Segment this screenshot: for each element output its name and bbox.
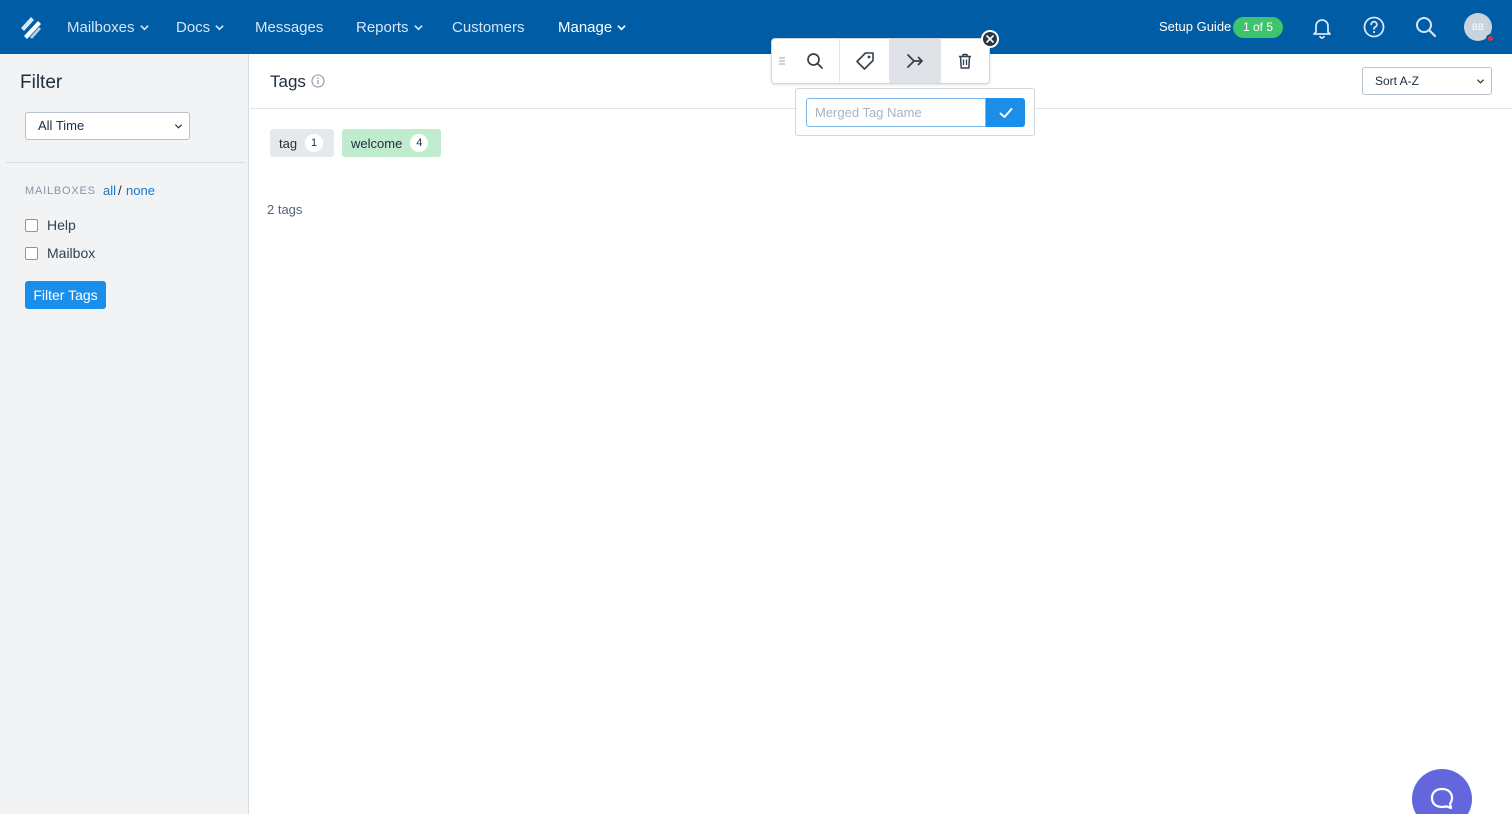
info-icon[interactable] (311, 74, 325, 88)
helpscout-logo-icon[interactable] (18, 14, 44, 40)
trash-icon (959, 53, 971, 69)
select-none-link[interactable]: none (126, 183, 155, 198)
time-range-value: All Time (38, 118, 85, 133)
select-all-link[interactable]: all (103, 183, 116, 198)
setup-guide-link[interactable]: Setup Guide (1159, 19, 1231, 34)
sort-value: Sort A-Z (1375, 74, 1420, 88)
chevron-down-icon (215, 24, 224, 30)
search-icon (807, 53, 823, 69)
bell-icon[interactable] (1310, 15, 1334, 39)
nav-manage[interactable]: Manage (558, 0, 626, 54)
chat-bubble-icon (1430, 787, 1454, 810)
time-range-select[interactable]: All Time (25, 112, 190, 140)
tag-count-badge: 4 (410, 134, 429, 152)
close-icon (986, 35, 994, 43)
nav-mailboxes[interactable]: Mailboxes (67, 0, 149, 54)
checkmark-icon (999, 107, 1012, 118)
filter-sidebar: Filter All Time MAILBOXES all / none Hel… (0, 54, 249, 814)
nav-reports-label: Reports (356, 18, 409, 36)
merge-tag-popover (795, 88, 1035, 136)
top-navigation: Mailboxes Docs Messages Reports Customer… (0, 0, 1512, 54)
help-icon[interactable] (1362, 15, 1386, 39)
mailbox-option-mailbox[interactable]: Mailbox (25, 245, 95, 261)
merge-tags-button[interactable] (890, 39, 940, 83)
chevron-down-icon (413, 24, 423, 30)
drag-handle-icon[interactable] (778, 56, 786, 66)
search-tags-button[interactable] (790, 39, 840, 83)
nav-docs-label: Docs (176, 18, 211, 36)
chevron-down-icon (174, 124, 183, 129)
tag-chip[interactable]: tag 1 (270, 129, 334, 157)
close-toolbar-button[interactable] (981, 30, 999, 48)
nav-messages[interactable]: Messages (255, 0, 323, 54)
tag-total-count: 2 tags (267, 202, 303, 217)
mailbox-option-help[interactable]: Help (25, 217, 76, 233)
nav-customers[interactable]: Customers (452, 0, 525, 54)
nav-manage-label: Manage (558, 18, 613, 36)
confirm-merge-button[interactable] (986, 98, 1025, 127)
avatar-initials: BB (1471, 22, 1484, 32)
tag-name: welcome (351, 135, 403, 151)
tag-chip[interactable]: welcome 4 (342, 129, 441, 157)
edit-tag-button[interactable] (840, 39, 890, 83)
link-separator: / (118, 183, 122, 198)
mailbox-option-label: Mailbox (47, 245, 96, 261)
page-title: Tags (270, 72, 306, 91)
mailbox-option-label: Help (47, 217, 76, 233)
tag-icon (856, 52, 874, 70)
avatar[interactable]: BB (1464, 13, 1495, 43)
sidebar-divider (6, 162, 245, 163)
nav-reports[interactable]: Reports (356, 0, 423, 54)
merge-icon (907, 54, 923, 68)
chevron-down-icon (1476, 79, 1485, 84)
tag-action-toolbar (771, 38, 990, 84)
mailbox-checkbox[interactable] (25, 218, 38, 232)
nav-mailboxes-label: Mailboxes (67, 18, 135, 36)
setup-guide-progress-badge[interactable]: 1 of 5 (1233, 17, 1284, 38)
mailbox-checkbox[interactable] (25, 246, 38, 260)
chevron-down-icon (617, 24, 626, 30)
merged-tag-name-input[interactable] (806, 98, 986, 127)
delete-tag-button[interactable] (940, 39, 990, 83)
sidebar-title: Filter (20, 72, 63, 93)
status-dot (1486, 34, 1495, 43)
sort-select[interactable]: Sort A-Z (1362, 67, 1492, 95)
nav-customers-label: Customers (452, 18, 525, 36)
nav-docs[interactable]: Docs (176, 0, 224, 54)
mailboxes-label: MAILBOXES (25, 185, 96, 197)
filter-tags-button[interactable]: Filter Tags (25, 281, 106, 309)
tag-count-badge: 1 (305, 134, 324, 152)
nav-messages-label: Messages (255, 18, 324, 36)
chevron-down-icon (139, 24, 149, 30)
search-icon[interactable] (1414, 15, 1438, 39)
help-beacon-button[interactable] (1412, 769, 1472, 814)
tag-name: tag (279, 135, 298, 151)
